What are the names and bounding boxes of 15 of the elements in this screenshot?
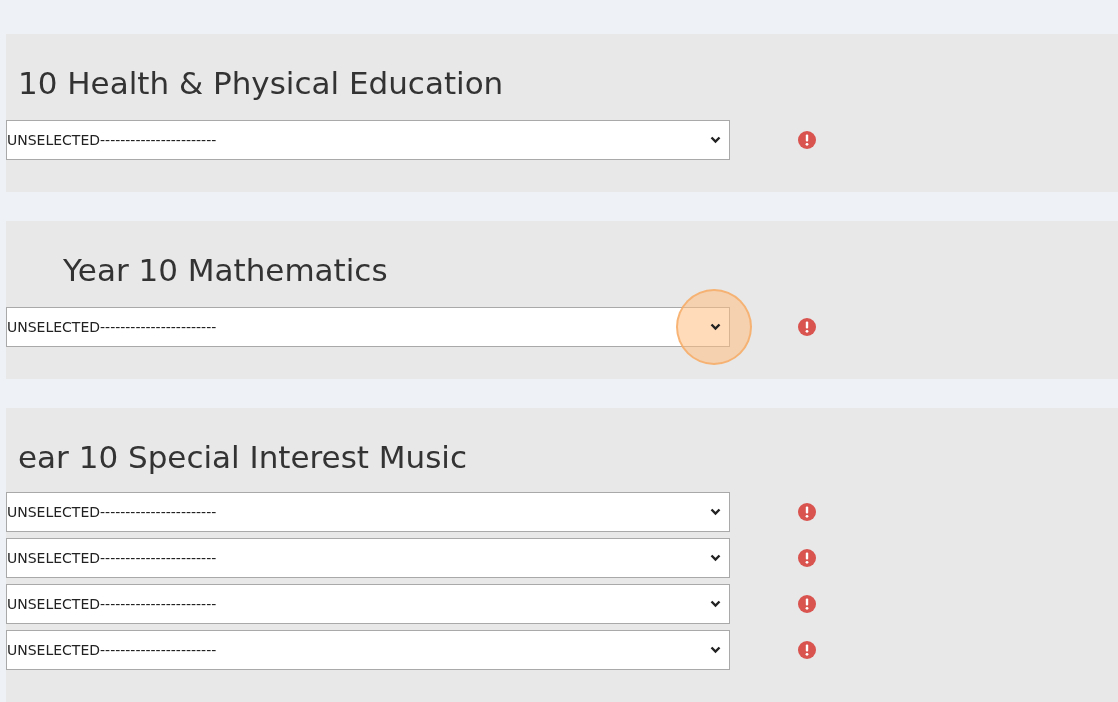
chevron-down-icon xyxy=(710,646,721,655)
chevron-down-icon xyxy=(710,600,721,609)
chevron-down-icon xyxy=(710,554,721,563)
section-title: 10 Health & Physical Education xyxy=(18,66,505,101)
dropdown-select[interactable]: UNSELECTED----------------------- xyxy=(6,538,730,579)
chevron-down-icon xyxy=(710,323,721,332)
chevron-down-icon xyxy=(710,136,721,145)
dropdown-select[interactable]: UNSELECTED----------------------- xyxy=(6,584,730,625)
section-title: Year 10 Mathematics xyxy=(63,253,389,288)
chevron-down-icon xyxy=(710,508,721,517)
dropdown-select[interactable]: UNSELECTED----------------------- xyxy=(6,630,730,671)
dropdown-select[interactable]: UNSELECTED----------------------- xyxy=(6,307,730,348)
dropdown-select[interactable]: UNSELECTED----------------------- xyxy=(6,492,730,533)
section-title: ear 10 Special Interest Music xyxy=(18,440,469,475)
dropdown-select[interactable]: UNSELECTED----------------------- xyxy=(6,120,730,161)
